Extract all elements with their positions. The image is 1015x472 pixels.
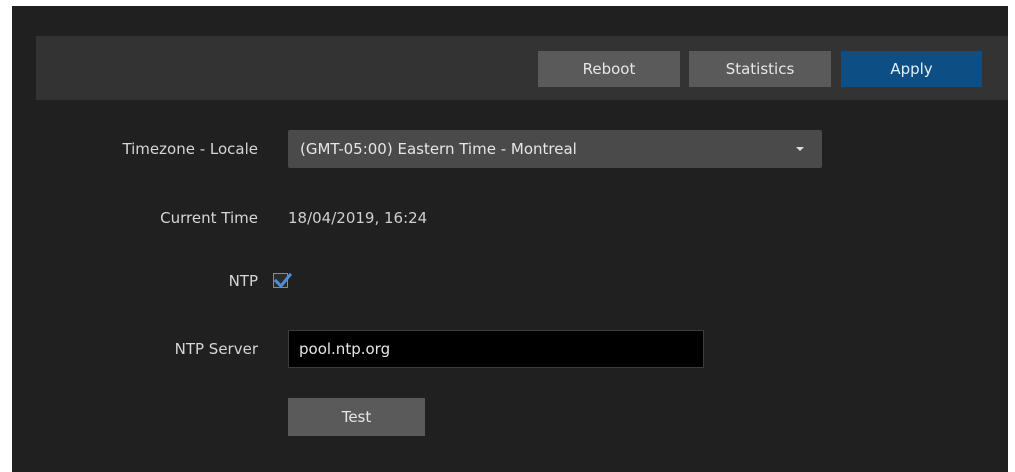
ntp-server-input[interactable] — [288, 330, 704, 368]
settings-page: Reboot Statistics Apply Timezone - Local… — [0, 0, 1015, 472]
timezone-selected-value: (GMT-05:00) Eastern Time - Montreal — [300, 140, 577, 158]
statistics-button[interactable]: Statistics — [689, 51, 831, 87]
ntp-label: NTP — [228, 272, 258, 290]
ntp-server-label: NTP Server — [174, 340, 258, 358]
timezone-label: Timezone - Locale — [122, 140, 258, 158]
current-time-value: 18/04/2019, 16:24 — [288, 209, 428, 227]
timezone-select[interactable]: (GMT-05:00) Eastern Time - Montreal — [288, 130, 822, 168]
ntp-checkbox[interactable] — [273, 272, 293, 289]
checkmark-icon — [273, 272, 293, 289]
test-button[interactable]: Test — [288, 398, 425, 436]
caret-down-icon — [796, 147, 804, 151]
apply-button[interactable]: Apply — [841, 51, 982, 87]
reboot-button[interactable]: Reboot — [538, 51, 680, 87]
current-time-label: Current Time — [160, 209, 258, 227]
